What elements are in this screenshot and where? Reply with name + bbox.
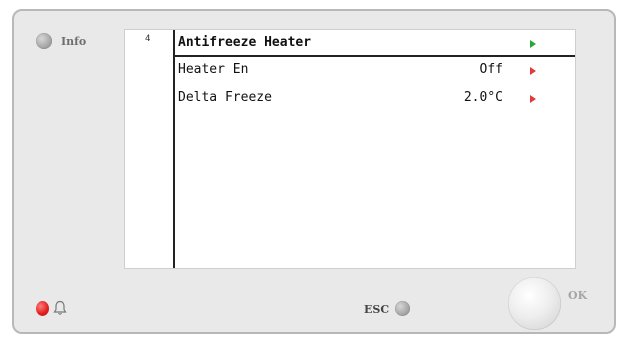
- lcd-screen: 4 Antifreeze Heater Heater En Off Delta …: [124, 29, 576, 269]
- info-label: Info: [61, 35, 87, 48]
- arrow-right-icon: [530, 67, 536, 75]
- menu-title-row[interactable]: Antifreeze Heater: [175, 32, 575, 54]
- menu-item-value: Off: [479, 62, 503, 77]
- menu-row-heater-en[interactable]: Heater En Off: [175, 59, 575, 81]
- menu-item-value: 2.0°C: [463, 90, 503, 105]
- page-number: 4: [145, 34, 151, 44]
- alarm-led: [36, 301, 49, 316]
- info-button[interactable]: [36, 33, 52, 49]
- screen-divider-horizontal: [175, 55, 575, 57]
- menu-row-delta-freeze[interactable]: Delta Freeze 2.0°C: [175, 87, 575, 109]
- esc-label: ESC: [364, 303, 390, 316]
- menu-item-label: Delta Freeze: [178, 90, 272, 105]
- ok-label: OK: [568, 289, 588, 302]
- arrow-right-icon: [530, 40, 536, 48]
- esc-button[interactable]: [395, 301, 410, 316]
- bell-icon[interactable]: [53, 300, 67, 316]
- menu-item-label: Heater En: [178, 62, 249, 77]
- menu-title: Antifreeze Heater: [178, 35, 312, 50]
- arrow-right-icon: [530, 95, 536, 103]
- ok-button[interactable]: [508, 277, 561, 330]
- controller-panel: Info 4 Antifreeze Heater Heater En Off D…: [12, 9, 616, 334]
